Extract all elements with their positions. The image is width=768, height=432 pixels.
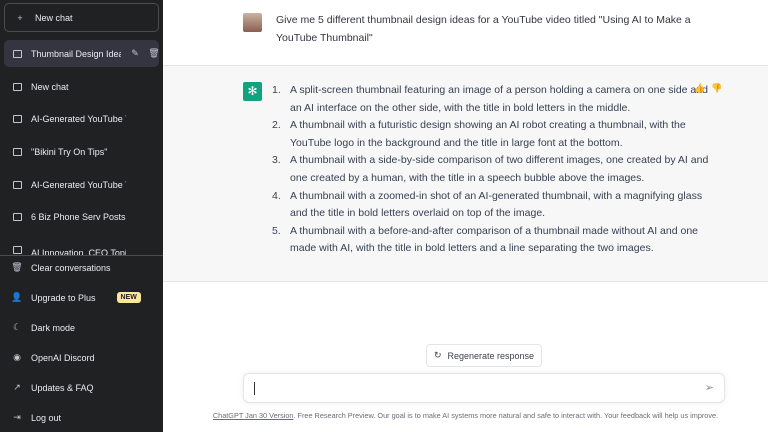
list-item: 4. A thumbnail with a zoomed-in shot of a…	[272, 188, 710, 223]
avatar	[243, 13, 262, 32]
chat-icon	[12, 180, 22, 190]
list-item: 1. A split-screen thumbnail featuring an …	[272, 82, 710, 117]
chat-icon	[12, 212, 22, 222]
logout-icon: ⇥	[13, 412, 21, 422]
label: Log out	[31, 412, 62, 423]
list-item: 5. A thumbnail with a before-and-after co…	[272, 223, 710, 258]
chat-title: AI-Generated YouTube Thum	[31, 179, 126, 190]
assistant-message: ✻ 1. A split-screen thumbnail featuring a…	[163, 66, 768, 282]
footer-text: . Free Research Preview. Our goal is to …	[293, 411, 719, 420]
chat-title: AI-Generated YouTube Thum	[31, 113, 126, 124]
thumbs-up-icon[interactable]: 👍	[694, 83, 705, 94]
chat-icon	[12, 49, 22, 59]
logout-button[interactable]: ⇥ Log out	[4, 404, 159, 431]
item-text: A thumbnail with a zoomed-in shot of an …	[290, 189, 703, 220]
chat-icon	[12, 114, 22, 124]
dark-mode-button[interactable]: ☾ Dark mode	[4, 314, 159, 341]
refresh-icon: ↻	[433, 350, 442, 360]
chat-title: New chat	[31, 81, 69, 92]
label: Dark mode	[31, 322, 76, 333]
sidebar: + New chat Thumbnail Design Ideas ✎ 🗑 New c…	[0, 0, 163, 432]
chat-item[interactable]: New chat	[4, 73, 159, 100]
user-message-text: Give me 5 different thumbnail design ide…	[276, 14, 691, 44]
send-icon[interactable]: ➢	[705, 381, 714, 394]
item-text: A split-screen thumbnail featuring an im…	[290, 84, 708, 114]
num: 3.	[272, 154, 281, 167]
chat-item[interactable]: 6 Biz Phone Serv Posts	[4, 203, 159, 230]
feedback: 👍 👎	[694, 83, 722, 94]
item-text: A thumbnail with a futuristic design sho…	[290, 119, 686, 149]
label: Updates & FAQ	[31, 382, 94, 393]
updates-faq-link[interactable]: ↗ Updates & FAQ	[4, 374, 159, 401]
footer: ChatGPT Jan 30 Version. Free Research Pr…	[163, 411, 768, 420]
upgrade-button[interactable]: 👤 Upgrade to Plus NEW	[4, 284, 159, 311]
user-icon: 👤	[11, 292, 23, 302]
list-item: 2. A thumbnail with a futuristic design s…	[272, 117, 710, 152]
label: OpenAI Discord	[31, 352, 95, 363]
edit-icon[interactable]: ✎	[130, 48, 140, 59]
num: 5.	[272, 224, 281, 237]
main: Give me 5 different thumbnail design ide…	[163, 0, 768, 432]
thumbs-down-icon[interactable]: 👎	[711, 83, 722, 94]
plus-icon: +	[17, 12, 23, 23]
chat-item[interactable]: "Bikini Try On Tips"	[4, 138, 159, 165]
external-link-icon: ↗	[13, 382, 21, 392]
item-text: A thumbnail with a before-and-after comp…	[290, 224, 698, 255]
list-item: 3. A thumbnail with a side-by-side compar…	[272, 152, 710, 187]
chat-icon	[12, 82, 22, 92]
new-chat-label: New chat	[35, 12, 73, 23]
discord-icon: ◉	[13, 352, 21, 362]
user-message: Give me 5 different thumbnail design ide…	[163, 0, 768, 66]
item-text: A thumbnail with a side-by-side comparis…	[290, 154, 709, 184]
trash-icon: 🗑	[11, 262, 23, 272]
regenerate-response-button[interactable]: ↻ Regenerate response	[426, 344, 542, 367]
num: 2.	[272, 119, 281, 132]
new-chat-button[interactable]: + New chat	[4, 3, 159, 32]
ideas-list: 1. A split-screen thumbnail featuring an …	[272, 82, 710, 258]
new-badge: NEW	[116, 292, 141, 303]
version-link[interactable]: ChatGPT Jan 30 Version	[213, 411, 294, 420]
moon-icon: ☾	[12, 322, 22, 332]
chat-item[interactable]: AI Innovation, CEO Topics	[4, 236, 159, 255]
label: Upgrade to Plus	[31, 292, 96, 303]
chat-title: 6 Biz Phone Serv Posts	[31, 211, 126, 222]
trash-icon[interactable]: 🗑	[148, 48, 159, 59]
num: 1.	[272, 84, 281, 96]
chat-item[interactable]: AI-Generated YouTube Thum	[4, 105, 159, 132]
chat-item[interactable]: AI-Generated YouTube Thum	[4, 171, 159, 198]
chat-title: Thumbnail Design Ideas	[31, 48, 121, 59]
chatgpt-logo-icon: ✻	[243, 82, 262, 101]
regenerate-label: Regenerate response	[447, 350, 535, 361]
text-caret	[254, 382, 255, 395]
discord-link[interactable]: ◉ OpenAI Discord	[4, 344, 159, 371]
chat-title: "Bikini Try On Tips"	[31, 146, 108, 157]
chat-icon	[12, 147, 22, 157]
num: 4.	[272, 189, 281, 202]
clear-conversations-button[interactable]: 🗑 Clear conversations	[4, 254, 159, 281]
message-input[interactable]: ➢	[243, 373, 725, 403]
label: Clear conversations	[31, 262, 111, 273]
chat-item-active[interactable]: Thumbnail Design Ideas ✎ 🗑	[4, 40, 159, 67]
